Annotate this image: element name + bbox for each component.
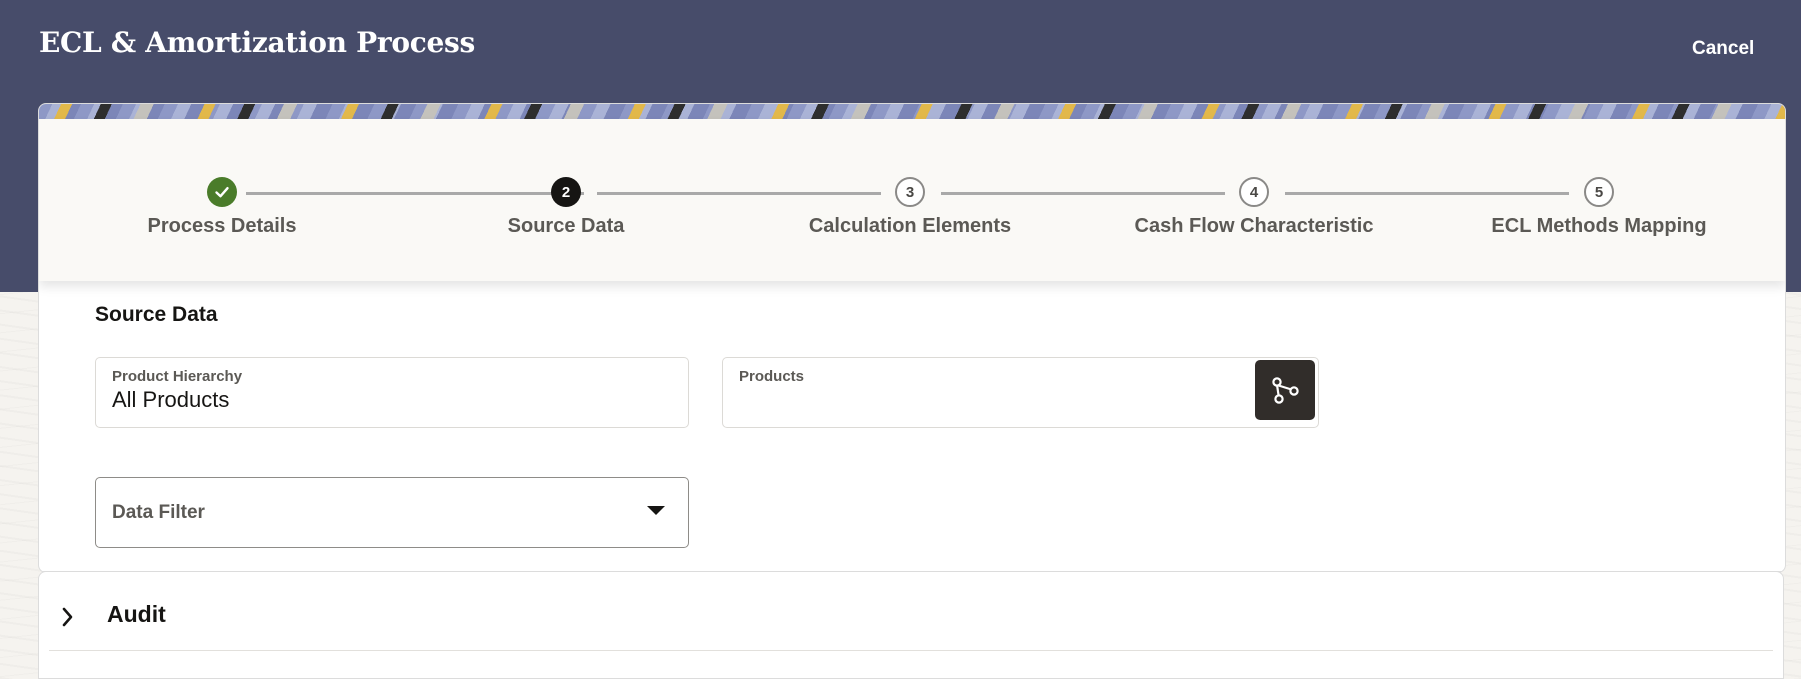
section-title: Source Data (95, 303, 218, 326)
train-connector (246, 192, 584, 195)
audit-divider (49, 650, 1773, 651)
step-5-circle[interactable]: 5 (1584, 177, 1614, 207)
data-filter-select[interactable]: Data Filter (95, 477, 689, 548)
chevron-right-icon[interactable] (61, 606, 75, 628)
decorative-banner (39, 104, 1785, 119)
train-connector (941, 192, 1225, 195)
audit-label[interactable]: Audit (107, 601, 166, 628)
hierarchy-browser-button[interactable] (1255, 360, 1315, 420)
step-2-label[interactable]: Source Data (416, 215, 716, 238)
train-connector (1285, 192, 1569, 195)
data-filter-placeholder: Data Filter (112, 502, 205, 523)
chevron-down-icon[interactable] (647, 506, 665, 515)
process-train: 2 3 4 5 Process Details Source Data Calc… (39, 119, 1785, 281)
products-field[interactable]: Products (722, 357, 1319, 428)
page-title: ECL & Amortization Process (39, 26, 475, 59)
step-5-label[interactable]: ECL Methods Mapping (1449, 215, 1749, 238)
step-1-circle[interactable] (207, 177, 237, 207)
hierarchy-icon (1272, 377, 1299, 404)
main-card: 2 3 4 5 Process Details Source Data Calc… (38, 103, 1786, 573)
train-connector (597, 192, 881, 195)
step-2-circle[interactable]: 2 (551, 177, 581, 207)
step-3-circle[interactable]: 3 (895, 177, 925, 207)
audit-toggle[interactable] (61, 600, 75, 634)
step-4-circle[interactable]: 4 (1239, 177, 1269, 207)
step-4-label[interactable]: Cash Flow Characteristic (1104, 215, 1404, 238)
audit-section: Audit (38, 571, 1784, 679)
step-1-label[interactable]: Process Details (72, 215, 372, 238)
product-hierarchy-value: All Products (112, 387, 230, 412)
cancel-button[interactable]: Cancel (1680, 34, 1766, 64)
checkmark-icon (215, 187, 229, 198)
product-hierarchy-field[interactable]: Product Hierarchy All Products (95, 357, 689, 428)
products-label: Products (739, 368, 805, 385)
product-hierarchy-label: Product Hierarchy (112, 368, 243, 385)
step-3-label[interactable]: Calculation Elements (760, 215, 1060, 238)
